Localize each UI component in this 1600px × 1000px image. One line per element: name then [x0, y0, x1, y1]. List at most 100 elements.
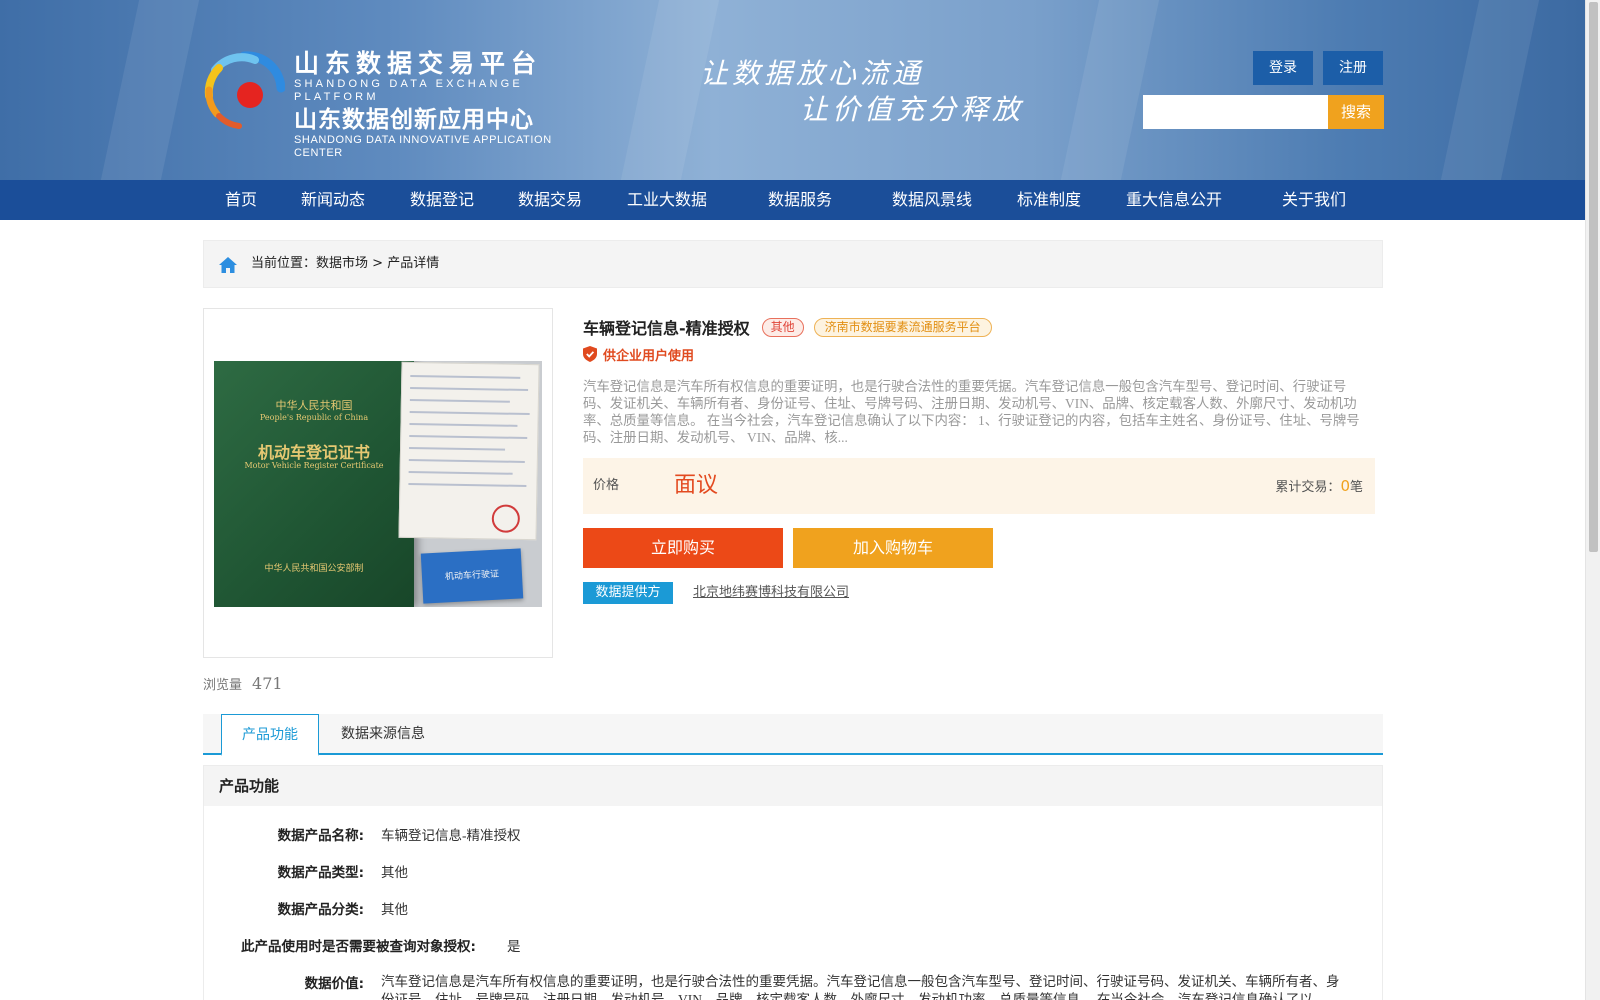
form-line: [409, 446, 506, 451]
field-product-type: 数据产品类型: 其他: [204, 862, 1382, 884]
slogan-line-1: 让数据放心流通: [700, 57, 925, 90]
form-line: [409, 398, 510, 403]
nav-item-disclosure[interactable]: 重大信息公开: [1126, 180, 1222, 220]
breadcrumb-prefix: 当前位置：: [251, 256, 317, 271]
form-line: [408, 458, 525, 463]
field-value: 其他: [381, 865, 408, 880]
image-caption-en-2: Motor Vehicle Register Certificate: [244, 461, 384, 470]
image-card-text: 机动车行驶证: [444, 569, 500, 583]
registration-form-illustration: [398, 361, 540, 541]
panel-title: 产品功能: [204, 766, 1382, 806]
nav-item-about-us[interactable]: 关于我们: [1282, 180, 1346, 220]
audience-text: 供企业用户使用: [603, 348, 695, 364]
shield-check-icon: [583, 346, 597, 362]
site-logo[interactable]: 山东数据交易平台 SHANDONG DATA EXCHANGE PLATFORM…: [203, 48, 583, 159]
buy-now-button[interactable]: 立即购买: [583, 528, 783, 568]
trade-count-value: 0: [1340, 477, 1350, 495]
logo-swirl-icon: [204, 51, 285, 129]
logo-title-en: SHANDONG DATA EXCHANGE PLATFORM: [294, 78, 523, 103]
breadcrumb-separator: >: [368, 256, 388, 271]
field-value: 汽车登记信息是汽车所有权信息的重要证明，也是行驶合法性的重要凭据。汽车登记信息一…: [381, 974, 1340, 1000]
product-type-tag: 其他: [761, 317, 804, 337]
logo-subtitle-cn: 山东数据创新应用中心: [294, 107, 534, 133]
nav-item-data-trading[interactable]: 数据交易: [518, 180, 582, 220]
trade-count: 累计交易：0笔: [1275, 458, 1363, 516]
product-title: 车辆登记信息-精准授权: [583, 319, 750, 338]
view-count-label: 浏览量: [203, 678, 243, 693]
form-line: [409, 434, 528, 440]
logo-subtitle-en: SHANDONG DATA INNOVATIVE APPLICATION CEN…: [294, 134, 552, 159]
form-line: [408, 470, 513, 475]
field-authorization-required: 此产品使用时是否需要被查询对象授权: 是: [204, 936, 1382, 958]
search-input[interactable]: [1143, 95, 1328, 129]
audience-note: 供企业用户使用: [583, 344, 694, 364]
home-icon: [219, 257, 237, 273]
search-button[interactable]: 搜索: [1328, 95, 1384, 129]
red-seal-icon: [491, 504, 521, 533]
field-value: 其他: [381, 902, 408, 917]
product-function-panel: 产品功能 数据产品名称: 车辆登记信息-精准授权 数据产品类型: 其他 数据产品…: [203, 765, 1383, 1000]
field-label: 此产品使用时是否需要被查询对象授权:: [241, 939, 476, 955]
image-caption-cn-2: 机动车登记证书: [257, 443, 370, 462]
breadcrumb-current: 产品详情: [387, 256, 440, 271]
scrollbar-thumb[interactable]: [1589, 2, 1598, 552]
product-title-row: 车辆登记信息-精准授权 其他 济南市数据要素流通服务平台: [583, 314, 992, 340]
image-caption-cn-1: 中华人民共和国: [275, 399, 353, 412]
slogan-line-2: 让价值充分释放: [800, 93, 1025, 126]
price-panel: 价格 面议 累计交易：0笔: [583, 458, 1375, 514]
banner-decoration: [100, 0, 200, 180]
field-value: 是: [507, 939, 521, 954]
breadcrumb-trail: 当前位置：数据市场 > 产品详情: [251, 241, 439, 287]
product-image[interactable]: 中华人民共和国 People's Republic of China 机动车登记…: [214, 361, 542, 607]
field-product-name: 数据产品名称: 车辆登记信息-精准授权: [204, 825, 1382, 847]
price-label: 价格: [593, 478, 620, 493]
detail-tabs: 产品功能 数据来源信息: [203, 714, 1383, 756]
field-data-value: 数据价值: 汽车登记信息是汽车所有权信息的重要证明，也是行驶合法性的重要凭据。汽…: [204, 973, 1382, 1000]
logo-title-cn: 山东数据交易平台: [294, 49, 543, 78]
field-product-category: 数据产品分类: 其他: [204, 899, 1382, 921]
breadcrumb-link-market[interactable]: 数据市场: [316, 256, 368, 271]
banner-decoration: [1060, 0, 1160, 180]
view-count: 浏览量 471: [203, 674, 283, 696]
price-value: 面议: [674, 473, 719, 498]
form-line: [409, 410, 530, 416]
trade-unit: 笔: [1349, 480, 1363, 495]
logo-text-block: 山东数据交易平台 SHANDONG DATA EXCHANGE PLATFORM…: [294, 50, 583, 160]
tab-data-source-info[interactable]: 数据来源信息: [333, 714, 433, 755]
form-line: [408, 482, 527, 488]
header-banner: 山东数据交易平台 SHANDONG DATA EXCHANGE PLATFORM…: [0, 0, 1585, 180]
banner-decoration: [1440, 0, 1540, 180]
nav-item-data-registration[interactable]: 数据登记: [410, 180, 474, 220]
register-button[interactable]: 注册: [1323, 51, 1383, 85]
field-label: 数据产品名称:: [277, 828, 364, 844]
product-image-frame: 中华人民共和国 People's Republic of China 机动车登记…: [203, 308, 553, 658]
view-count-value: 471: [252, 674, 283, 693]
breadcrumb: 当前位置：数据市场 > 产品详情: [203, 240, 1383, 288]
nav-item-standards[interactable]: 标准制度: [1017, 180, 1081, 220]
provider-badge: 数据提供方: [583, 582, 673, 604]
main-nav: 首页 新闻动态 数据登记 数据交易 工业大数据 数据服务 数据风景线 标准制度 …: [0, 180, 1585, 220]
field-label: 数据产品分类:: [277, 902, 364, 918]
nav-item-news[interactable]: 新闻动态: [301, 180, 365, 220]
login-button[interactable]: 登录: [1253, 51, 1313, 85]
image-caption-en-1: People's Republic of China: [259, 413, 369, 422]
product-description: 汽车登记信息是汽车所有权信息的重要证明，也是行驶合法性的重要凭据。汽车登记信息一…: [583, 379, 1360, 445]
nav-item-industrial-big-data[interactable]: 工业大数据: [627, 180, 707, 220]
field-value: 车辆登记信息-精准授权: [381, 828, 521, 843]
tab-product-function[interactable]: 产品功能: [221, 714, 319, 756]
nav-item-data-landscape[interactable]: 数据风景线: [892, 180, 972, 220]
certificate-book-illustration: 中华人民共和国 People's Republic of China 机动车登记…: [214, 361, 414, 607]
page-scrollbar[interactable]: [1585, 0, 1600, 1000]
image-caption-cn-3: 中华人民共和国公安部制: [264, 564, 364, 574]
platform-tag: 济南市数据要素流通服务平台: [813, 317, 992, 337]
form-line: [410, 374, 521, 379]
field-label: 数据产品类型:: [277, 865, 364, 881]
nav-item-home[interactable]: 首页: [225, 180, 257, 220]
provider-link[interactable]: 北京地纬赛博科技有限公司: [693, 582, 849, 604]
field-label: 数据价值:: [304, 976, 364, 992]
nav-item-data-services[interactable]: 数据服务: [768, 180, 832, 220]
add-to-cart-button[interactable]: 加入购物车: [793, 528, 993, 568]
driving-license-card-illustration: 机动车行驶证: [420, 548, 524, 604]
form-line: [409, 422, 518, 427]
trade-label: 累计交易：: [1275, 480, 1341, 495]
